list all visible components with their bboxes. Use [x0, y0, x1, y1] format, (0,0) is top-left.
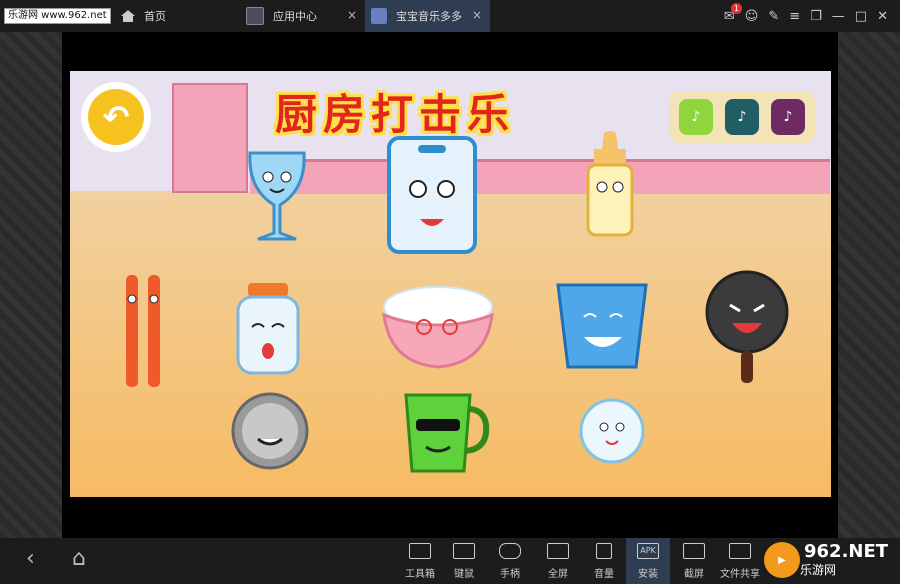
window-controls: ✉ 1 ☺ ✎ ≡ ❐ — □ ✕: [724, 0, 900, 32]
tab-app-center[interactable]: 应用中心 ×: [240, 0, 365, 32]
game-app-icon: [371, 8, 387, 24]
toolbox-icon: [409, 543, 431, 559]
left-padding: [0, 32, 62, 538]
gamepad-icon: [499, 543, 521, 559]
folder-icon: [729, 543, 751, 559]
wine-glass[interactable]: [242, 149, 312, 245]
tool-label: 工具箱: [405, 569, 435, 580]
apk-icon: APK: [637, 543, 659, 559]
back-nav-icon[interactable]: ‹: [26, 546, 35, 571]
back-button[interactable]: ↶: [84, 85, 148, 149]
cutting-board[interactable]: [386, 135, 478, 255]
tool-gamepad[interactable]: 手柄: [488, 538, 532, 584]
minimize-icon[interactable]: —: [832, 9, 845, 24]
screenshot-icon: [683, 543, 705, 559]
tool-screenshot[interactable]: 截屏: [672, 538, 716, 584]
fridge: [172, 83, 248, 193]
tool-file-share[interactable]: 文件共享: [716, 538, 764, 584]
tool-label: 截屏: [684, 569, 704, 580]
message-icon[interactable]: ✉ 1: [724, 2, 742, 24]
salt-jar[interactable]: [230, 279, 306, 377]
palette-button-green[interactable]: ♪: [679, 99, 713, 135]
instrument-palette: ♪ ♪ ♪: [669, 91, 815, 143]
logo-text: 962.NET: [804, 540, 889, 562]
restore-icon[interactable]: ❐: [810, 9, 822, 24]
home-icon: [121, 10, 135, 22]
tool-label: 全屏: [548, 569, 568, 580]
tool-install[interactable]: APK 安装: [626, 538, 670, 584]
logo-circle-icon: ▶: [764, 542, 800, 578]
steel-plate[interactable]: [230, 391, 310, 471]
baby-bottle[interactable]: [578, 131, 642, 239]
tool-label: 文件共享: [720, 569, 760, 580]
brand-badge: 乐游网 www.962.net: [4, 8, 111, 24]
volume-icon: [596, 543, 612, 559]
title-bar: 乐游网 www.962.net 首页 应用中心 × 宝宝音乐多多 × ✉ 1 ☺ …: [0, 0, 900, 32]
foam-bowl[interactable]: [376, 279, 500, 371]
chopsticks[interactable]: [118, 271, 170, 389]
home-tab-label: 首页: [144, 10, 166, 23]
tool-fullscreen[interactable]: 全屏: [536, 538, 580, 584]
962-watermark-logo: ▶ 962.NET 乐游网: [764, 538, 894, 582]
tab-label: 宝宝音乐多多: [396, 10, 462, 23]
tab-label: 应用中心: [273, 10, 317, 23]
fullscreen-icon: [547, 543, 569, 559]
notification-badge: 1: [730, 2, 742, 14]
tool-toolbox[interactable]: 工具箱: [398, 538, 442, 584]
app-center-icon: [246, 7, 264, 25]
game-canvas[interactable]: ↶ 厨房打击乐 ♪ ♪ ♪: [70, 71, 831, 497]
brand: 乐游网 www.962.net: [0, 0, 122, 32]
frying-pan[interactable]: [704, 269, 790, 387]
small-plate[interactable]: [578, 397, 646, 465]
right-padding: [838, 32, 900, 538]
kitchen-counter: [250, 159, 830, 194]
tool-label: 安装: [638, 569, 658, 580]
maximize-icon[interactable]: □: [855, 9, 867, 24]
back-arrow-icon: ↶: [88, 89, 144, 145]
tool-label: 音量: [594, 569, 614, 580]
user-icon[interactable]: ☺: [745, 9, 759, 24]
palette-button-purple[interactable]: ♪: [771, 99, 805, 135]
game-title: 厨房打击乐: [275, 90, 516, 139]
close-tab-icon[interactable]: ×: [347, 8, 357, 22]
skin-icon[interactable]: ✎: [768, 9, 779, 24]
tool-label: 键鼠: [454, 569, 474, 580]
menu-icon[interactable]: ≡: [789, 9, 800, 24]
close-icon[interactable]: ✕: [877, 9, 888, 24]
home-tab[interactable]: 首页: [120, 0, 235, 32]
tool-label: 手柄: [500, 569, 520, 580]
home-nav-icon[interactable]: ⌂: [72, 546, 86, 571]
water-bucket[interactable]: [554, 277, 650, 373]
tool-volume[interactable]: 音量: [582, 538, 626, 584]
close-tab-icon[interactable]: ×: [472, 8, 482, 22]
logo-subtext: 乐游网: [800, 562, 837, 577]
tab-game[interactable]: 宝宝音乐多多 ×: [365, 0, 490, 32]
keyboard-icon: [453, 543, 475, 559]
palette-button-teal[interactable]: ♪: [725, 99, 759, 135]
tool-keyboard[interactable]: 键鼠: [442, 538, 486, 584]
green-mug[interactable]: [400, 389, 492, 475]
